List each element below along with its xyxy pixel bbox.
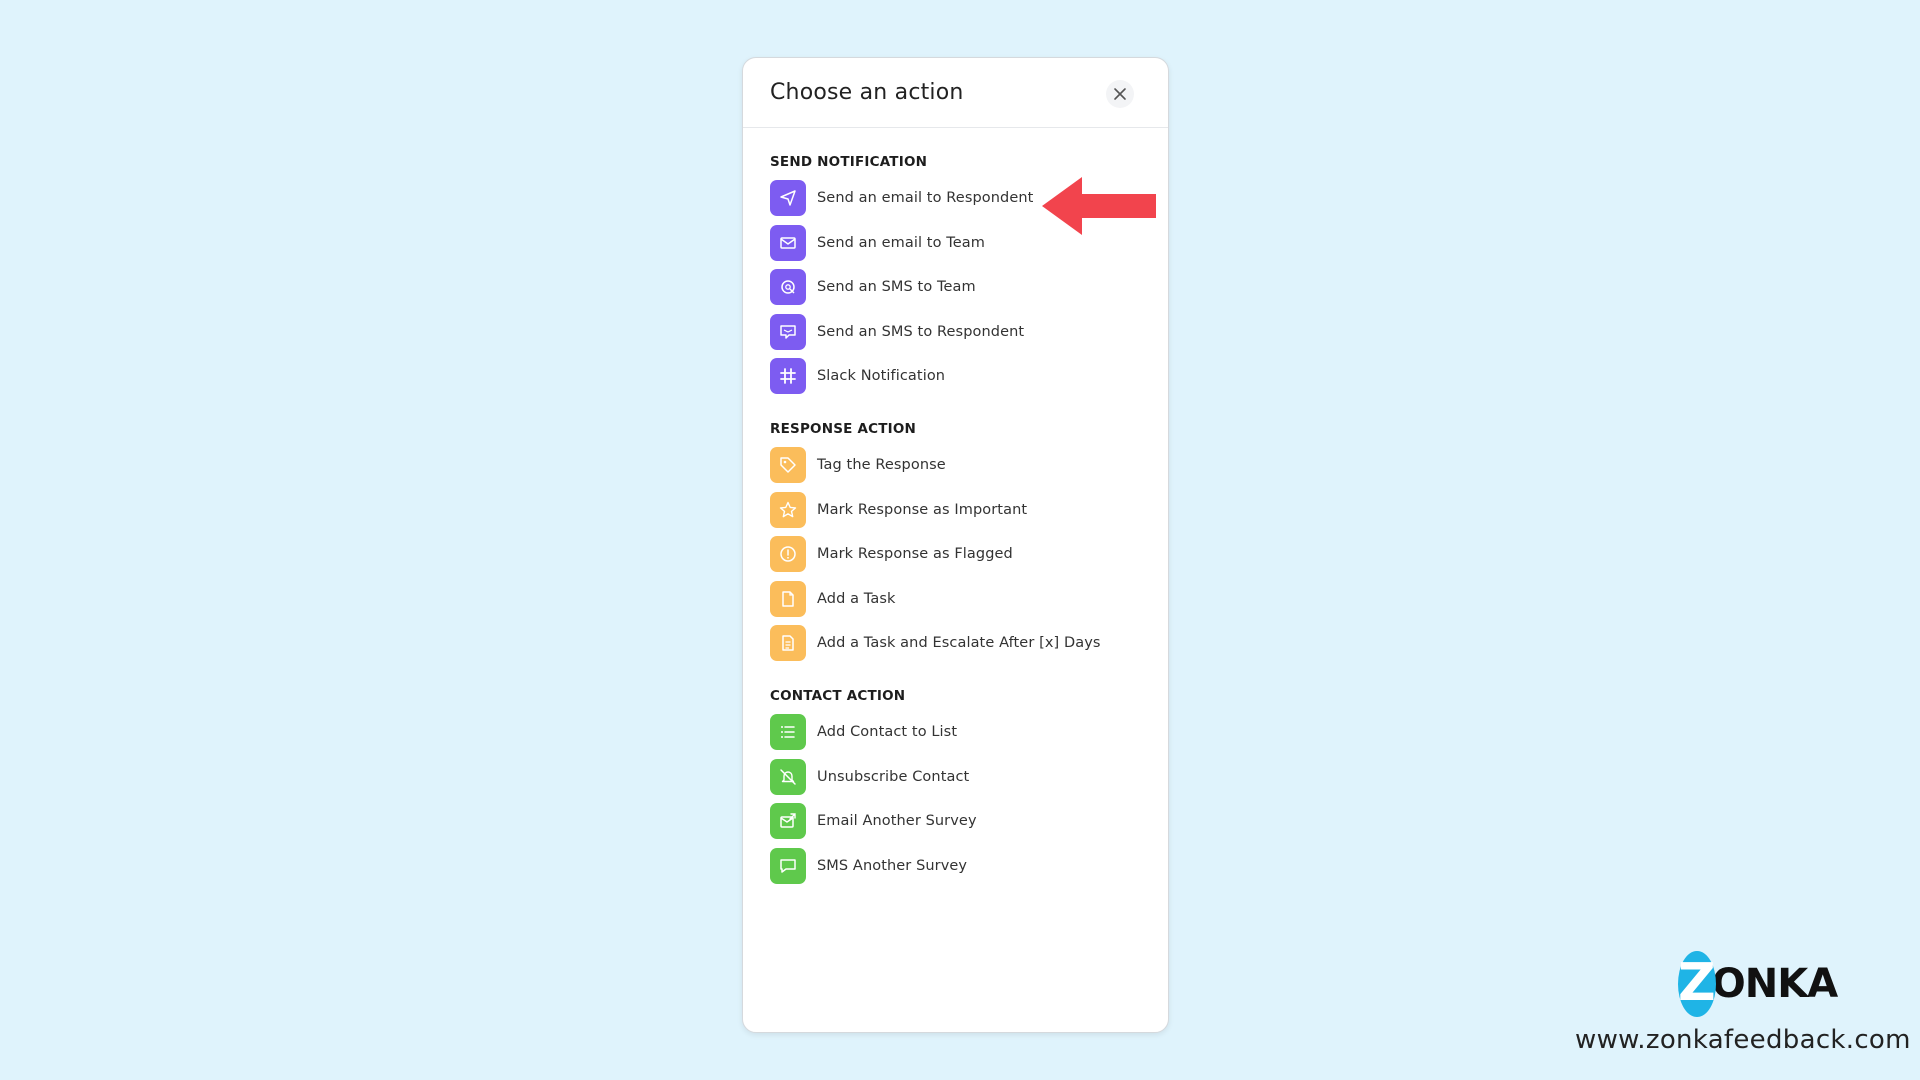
action-label: SMS Another Survey <box>817 858 968 874</box>
close-icon <box>1114 88 1126 100</box>
action-email-another-survey[interactable]: Email Another Survey <box>770 802 1140 840</box>
sms-respondent-icon <box>770 314 806 350</box>
action-slack-notification[interactable]: Slack Notification <box>770 357 1140 395</box>
logo-text: ONKA <box>1711 961 1838 1007</box>
action-label: Mark Response as Important <box>817 502 1028 518</box>
sms-survey-icon <box>770 848 806 884</box>
action-label: Send an email to Team <box>817 235 986 251</box>
action-label: Send an SMS to Respondent <box>817 324 1025 340</box>
zonka-logo: Z ONKA <box>1678 949 1838 1019</box>
action-label: Mark Response as Flagged <box>817 546 1013 562</box>
action-label: Tag the Response <box>817 457 946 473</box>
action-add-contact-list[interactable]: Add Contact to List <box>770 713 1140 751</box>
action-tag-response[interactable]: Tag the Response <box>770 446 1140 484</box>
annotation-arrow-icon <box>1042 177 1156 235</box>
section-title-response-action: RESPONSE ACTION <box>770 421 917 437</box>
section-title-contact-action: CONTACT ACTION <box>770 688 906 704</box>
action-label: Unsubscribe Contact <box>817 769 970 785</box>
action-mark-flagged[interactable]: Mark Response as Flagged <box>770 535 1140 573</box>
logo-letter: Z <box>1678 953 1716 1013</box>
logo-circle: Z <box>1678 951 1716 1017</box>
action-label: Send an email to Respondent <box>817 190 1034 206</box>
website-url: www.zonkafeedback.com <box>1575 1025 1911 1055</box>
action-unsubscribe-contact[interactable]: Unsubscribe Contact <box>770 758 1140 796</box>
action-add-task[interactable]: Add a Task <box>770 580 1140 618</box>
action-send-sms-team[interactable]: Send an SMS to Team <box>770 268 1140 306</box>
action-label: Add a Task and Escalate After [x] Days <box>817 635 1101 651</box>
section-title-send-notification: SEND NOTIFICATION <box>770 154 928 170</box>
send-icon <box>770 180 806 216</box>
action-label: Add Contact to List <box>817 724 958 740</box>
mail-icon <box>770 225 806 261</box>
sms-team-icon <box>770 269 806 305</box>
action-add-task-escalate[interactable]: Add a Task and Escalate After [x] Days <box>770 624 1140 662</box>
modal-header: Choose an action <box>743 58 1168 128</box>
action-label: Slack Notification <box>817 368 946 384</box>
action-send-sms-respondent[interactable]: Send an SMS to Respondent <box>770 313 1140 351</box>
action-label: Add a Task <box>817 591 896 607</box>
modal-title: Choose an action <box>770 80 964 105</box>
tag-icon <box>770 447 806 483</box>
star-icon <box>770 492 806 528</box>
slack-icon <box>770 358 806 394</box>
flag-circle-icon <box>770 536 806 572</box>
unsubscribe-icon <box>770 759 806 795</box>
escalate-task-icon <box>770 625 806 661</box>
action-label: Email Another Survey <box>817 813 977 829</box>
action-sms-another-survey[interactable]: SMS Another Survey <box>770 847 1140 885</box>
list-icon <box>770 714 806 750</box>
task-icon <box>770 581 806 617</box>
action-label: Send an SMS to Team <box>817 279 976 295</box>
email-survey-icon <box>770 803 806 839</box>
close-button[interactable] <box>1106 80 1134 108</box>
action-mark-important[interactable]: Mark Response as Important <box>770 491 1140 529</box>
